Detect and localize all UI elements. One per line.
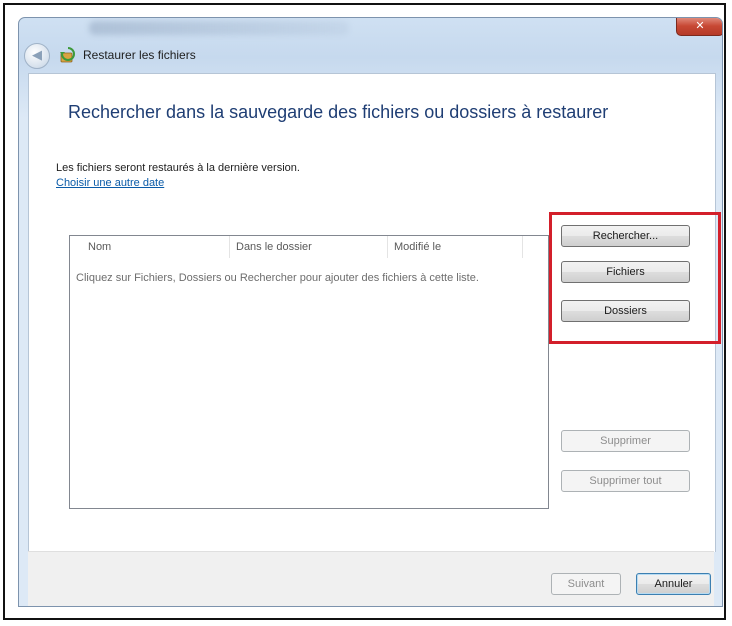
- next-button[interactable]: Suivant: [551, 573, 621, 595]
- restore-files-window: ✕ ◀ Restaurer les fichiers Rechercher da…: [18, 17, 723, 607]
- close-button[interactable]: ✕: [676, 18, 722, 36]
- file-list[interactable]: Nom Dans le dossier Modifié le Cliquez s…: [69, 235, 549, 509]
- remove-button[interactable]: Supprimer: [561, 430, 690, 452]
- red-highlight-box: [549, 212, 721, 344]
- column-header-modified[interactable]: Modifié le: [388, 236, 523, 258]
- close-icon: ✕: [695, 19, 705, 32]
- cancel-button[interactable]: Annuler: [636, 573, 711, 595]
- backup-restore-icon: [60, 47, 75, 63]
- restore-info-text: Les fichiers seront restaurés à la derni…: [56, 162, 300, 174]
- column-header-name[interactable]: Nom: [70, 236, 230, 258]
- page-heading: Rechercher dans la sauvegarde des fichie…: [68, 102, 609, 122]
- window-title: Restaurer les fichiers: [83, 48, 196, 62]
- column-header-folder[interactable]: Dans le dossier: [230, 236, 388, 258]
- content-area: Rechercher dans la sauvegarde des fichie…: [28, 73, 721, 552]
- back-arrow-icon: ◀: [32, 48, 42, 63]
- remove-all-button[interactable]: Supprimer tout: [561, 470, 690, 492]
- back-button[interactable]: ◀: [24, 43, 50, 69]
- blurred-title-bar: [89, 21, 349, 35]
- choose-other-date-link[interactable]: Choisir une autre date: [56, 177, 164, 189]
- footer-bar: Suivant Annuler: [28, 551, 714, 606]
- empty-list-message: Cliquez sur Fichiers, Dossiers ou Recher…: [76, 272, 479, 284]
